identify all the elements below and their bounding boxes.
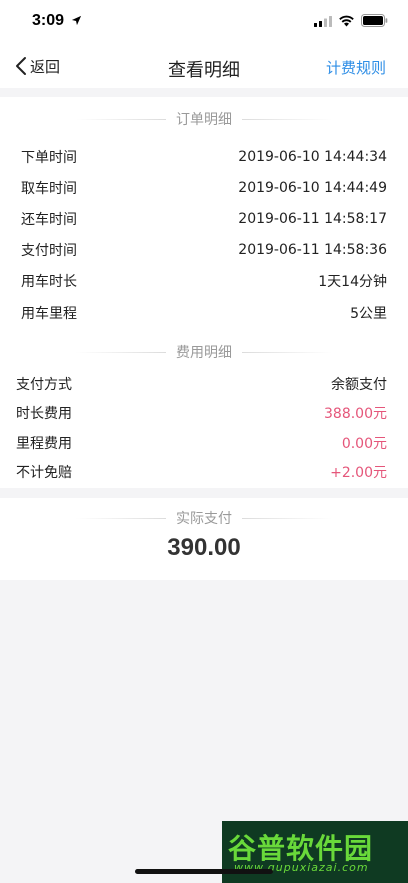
row-value: 5公里	[350, 306, 387, 322]
row-label: 还车时间	[21, 212, 77, 228]
status-time: 3:09	[32, 12, 65, 29]
order-row-mileage: 用车里程 5公里	[0, 299, 408, 327]
order-row-duration: 用车时长 1天14分钟	[0, 267, 408, 295]
row-label: 用车里程	[21, 306, 77, 322]
actual-payment-header: 实际支付	[0, 508, 408, 528]
order-row-pickup-time: 取车时间 2019-06-10 14:44:49	[0, 174, 408, 202]
row-label: 用车时长	[21, 274, 77, 290]
fee-row-insurance: 不计免赔 +2.00元	[0, 458, 408, 486]
row-label: 不计免赔	[16, 465, 72, 481]
nav-bar: 返回 查看明细 计费规则	[0, 44, 408, 88]
row-label: 支付时间	[21, 243, 77, 259]
section-title: 实际支付	[176, 511, 232, 527]
fee-row-duration-fee: 时长费用 388.00元	[0, 399, 408, 427]
divider	[242, 351, 332, 353]
home-indicator[interactable]	[135, 869, 273, 874]
row-label: 时长费用	[16, 406, 72, 422]
row-value: 388.00元	[324, 406, 387, 422]
actual-payment-card: 实际支付 390.00	[0, 498, 408, 580]
divider	[242, 517, 332, 519]
row-value: 2019-06-10 14:44:49	[238, 180, 387, 196]
wifi-icon	[339, 15, 354, 27]
divider	[242, 118, 332, 120]
status-bar: 3:09	[0, 0, 408, 44]
row-label: 里程费用	[16, 436, 72, 452]
location-arrow-icon	[71, 15, 82, 26]
divider	[76, 517, 166, 519]
row-value: 1天14分钟	[318, 274, 387, 290]
row-value: +2.00元	[330, 465, 387, 481]
billing-rules-link[interactable]: 计费规则	[326, 57, 386, 78]
row-value: 2019-06-10 14:44:34	[238, 149, 387, 165]
order-row-create-time: 下单时间 2019-06-10 14:44:34	[0, 143, 408, 171]
section-title: 订单明细	[176, 112, 232, 128]
row-value: 2019-06-11 14:58:36	[238, 242, 387, 258]
row-value: 0.00元	[341, 436, 387, 452]
section-title: 费用明细	[176, 345, 232, 361]
order-row-return-time: 还车时间 2019-06-11 14:58:17	[0, 205, 408, 233]
battery-icon	[361, 14, 388, 27]
order-row-pay-time: 支付时间 2019-06-11 14:58:36	[0, 236, 408, 264]
payment-amount: 390.00	[167, 534, 241, 561]
divider	[76, 351, 166, 353]
fee-row-mileage-fee: 里程费用 0.00元	[0, 429, 408, 457]
order-detail-header: 订单明细	[0, 109, 408, 129]
order-detail-card: 订单明细 下单时间 2019-06-10 14:44:34 取车时间 2019-…	[0, 97, 408, 488]
row-label: 下单时间	[21, 150, 77, 166]
row-value: 余额支付	[331, 377, 387, 393]
row-label: 支付方式	[16, 377, 72, 393]
row-value: 2019-06-11 14:58:17	[238, 211, 387, 227]
signal-icon	[314, 16, 332, 27]
divider	[76, 118, 166, 120]
row-label: 取车时间	[21, 181, 77, 197]
fee-detail-header: 费用明细	[0, 342, 408, 362]
fee-row-payment-method: 支付方式 余额支付	[0, 370, 408, 398]
